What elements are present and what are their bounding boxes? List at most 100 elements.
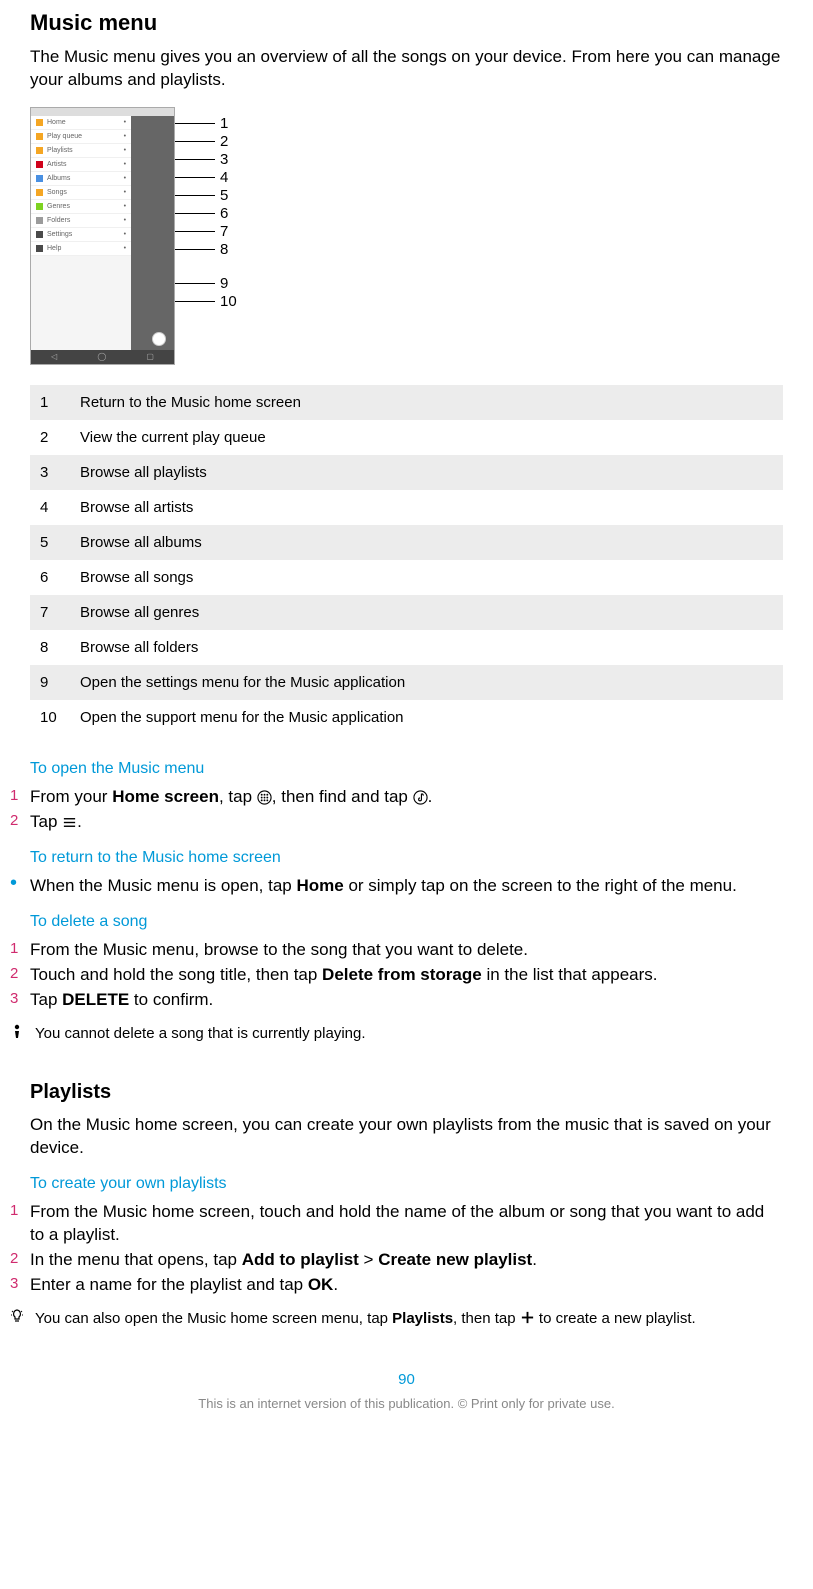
menu-item-icon — [36, 147, 43, 154]
playlists-heading: Playlists — [30, 1081, 783, 1104]
step-text: Tap . — [30, 811, 783, 834]
callout-number: 6 — [220, 205, 228, 222]
menu-item-icon — [36, 175, 43, 182]
menu-item-icon — [36, 231, 43, 238]
step-row: 2 Touch and hold the song title, then ta… — [10, 964, 783, 987]
legend-text: Return to the Music home screen — [70, 385, 783, 420]
callout-numbers: 12345678910 — [175, 107, 245, 365]
callout: 6 — [175, 205, 228, 222]
legend-number: 2 — [30, 420, 70, 455]
menu-item-label: Home — [47, 119, 66, 126]
table-row: 7Browse all genres — [30, 595, 783, 630]
table-row: 3Browse all playlists — [30, 455, 783, 490]
proc-open-heading: To open the Music menu — [30, 760, 783, 778]
footer-text: This is an internet version of this publ… — [30, 1396, 783, 1411]
menu-item-label: Albums — [47, 175, 70, 182]
proc-delete-heading: To delete a song — [30, 913, 783, 931]
menu-item-icon — [36, 217, 43, 224]
step-text: In the menu that opens, tap Add to playl… — [30, 1249, 783, 1272]
legend-text: View the current play queue — [70, 420, 783, 455]
step-number: 2 — [10, 811, 30, 834]
step-text: When the Music menu is open, tap Home or… — [30, 875, 783, 898]
step-text: Touch and hold the song title, then tap … — [30, 964, 783, 987]
page-number: 90 — [30, 1371, 783, 1388]
callout: 5 — [175, 187, 228, 204]
table-row: 8Browse all folders — [30, 630, 783, 665]
menu-item-label: Help — [47, 245, 61, 252]
step-text: Tap DELETE to confirm. — [30, 989, 783, 1012]
menu-item-label: Settings — [47, 231, 72, 238]
proc-return-heading: To return to the Music home screen — [30, 849, 783, 867]
step-row: • When the Music menu is open, tap Home … — [10, 875, 783, 898]
callout-number: 2 — [220, 133, 228, 150]
legend-text: Open the support menu for the Music appl… — [70, 700, 783, 735]
phone-figure: Home•Play queue•Playlists•Artists• Albums… — [30, 107, 783, 365]
callout: 8 — [175, 241, 228, 258]
phone-mockup: Home•Play queue•Playlists•Artists• Albums… — [30, 107, 175, 365]
bullet-icon: • — [10, 875, 30, 898]
legend-number: 4 — [30, 490, 70, 525]
music-note-icon — [413, 789, 428, 804]
menu-item-label: Songs — [47, 189, 67, 196]
legend-text: Browse all albums — [70, 525, 783, 560]
legend-text: Browse all artists — [70, 490, 783, 525]
phone-menu-item: Play queue• — [31, 130, 131, 144]
step-row: 1 From the Music menu, browse to the son… — [10, 939, 783, 962]
phone-menu-item: Songs• — [31, 186, 131, 200]
phone-menu-item: Genres• — [31, 200, 131, 214]
legend-text: Open the settings menu for the Music app… — [70, 665, 783, 700]
step-row: 2 Tap . — [10, 811, 783, 834]
legend-text: Browse all playlists — [70, 455, 783, 490]
legend-number: 10 — [30, 700, 70, 735]
legend-number: 6 — [30, 560, 70, 595]
legend-number: 5 — [30, 525, 70, 560]
step-number: 3 — [10, 989, 30, 1012]
warning-note: You cannot delete a song that is current… — [10, 1024, 783, 1047]
phone-menu-item: Artists• — [31, 158, 131, 172]
step-row: 2 In the menu that opens, tap Add to pla… — [10, 1249, 783, 1272]
table-row: 1Return to the Music home screen — [30, 385, 783, 420]
apps-grid-icon — [257, 789, 272, 804]
callout: 4 — [175, 169, 228, 186]
phone-menu-item: Help• — [31, 242, 131, 256]
phone-menu-item: Home• — [31, 116, 131, 130]
step-row: 3 Enter a name for the playlist and tap … — [10, 1274, 783, 1297]
callout-number: 9 — [220, 275, 228, 292]
legend-text: Browse all genres — [70, 595, 783, 630]
note-text: You cannot delete a song that is current… — [35, 1024, 366, 1047]
menu-item-label: Artists — [47, 161, 66, 168]
exclamation-icon — [10, 1024, 35, 1047]
callout-number: 5 — [220, 187, 228, 204]
phone-menu-item: Folders• — [31, 214, 131, 228]
hamburger-menu-icon — [62, 814, 77, 829]
step-text: Enter a name for the playlist and tap OK… — [30, 1274, 783, 1297]
legend-number: 9 — [30, 665, 70, 700]
page-title: Music menu — [30, 10, 783, 36]
menu-item-label: Play queue — [47, 133, 82, 140]
table-row: 10Open the support menu for the Music ap… — [30, 700, 783, 735]
step-text: From the Music menu, browse to the song … — [30, 939, 783, 962]
step-row: 1 From your Home screen, tap , then find… — [10, 786, 783, 809]
callout-number: 4 — [220, 169, 228, 186]
step-number: 1 — [10, 1201, 30, 1247]
phone-nav-bar: ◁◯▢ — [31, 350, 174, 364]
callout: 7 — [175, 223, 228, 240]
menu-item-icon — [36, 161, 43, 168]
menu-item-label: Genres — [47, 203, 70, 210]
table-row: 4Browse all artists — [30, 490, 783, 525]
phone-menu-item: Playlists• — [31, 144, 131, 158]
step-number: 1 — [10, 939, 30, 962]
legend-text: Browse all folders — [70, 630, 783, 665]
callout-number: 3 — [220, 151, 228, 168]
callout-number: 8 — [220, 241, 228, 258]
callout: 9 — [175, 275, 228, 292]
step-number: 3 — [10, 1274, 30, 1297]
step-number: 2 — [10, 1249, 30, 1272]
legend-text: Browse all songs — [70, 560, 783, 595]
table-row: 9Open the settings menu for the Music ap… — [30, 665, 783, 700]
table-row: 5Browse all albums — [30, 525, 783, 560]
step-number: 1 — [10, 786, 30, 809]
legend-number: 3 — [30, 455, 70, 490]
tip-note: You can also open the Music home screen … — [10, 1309, 783, 1332]
phone-menu-item: Settings• — [31, 228, 131, 242]
